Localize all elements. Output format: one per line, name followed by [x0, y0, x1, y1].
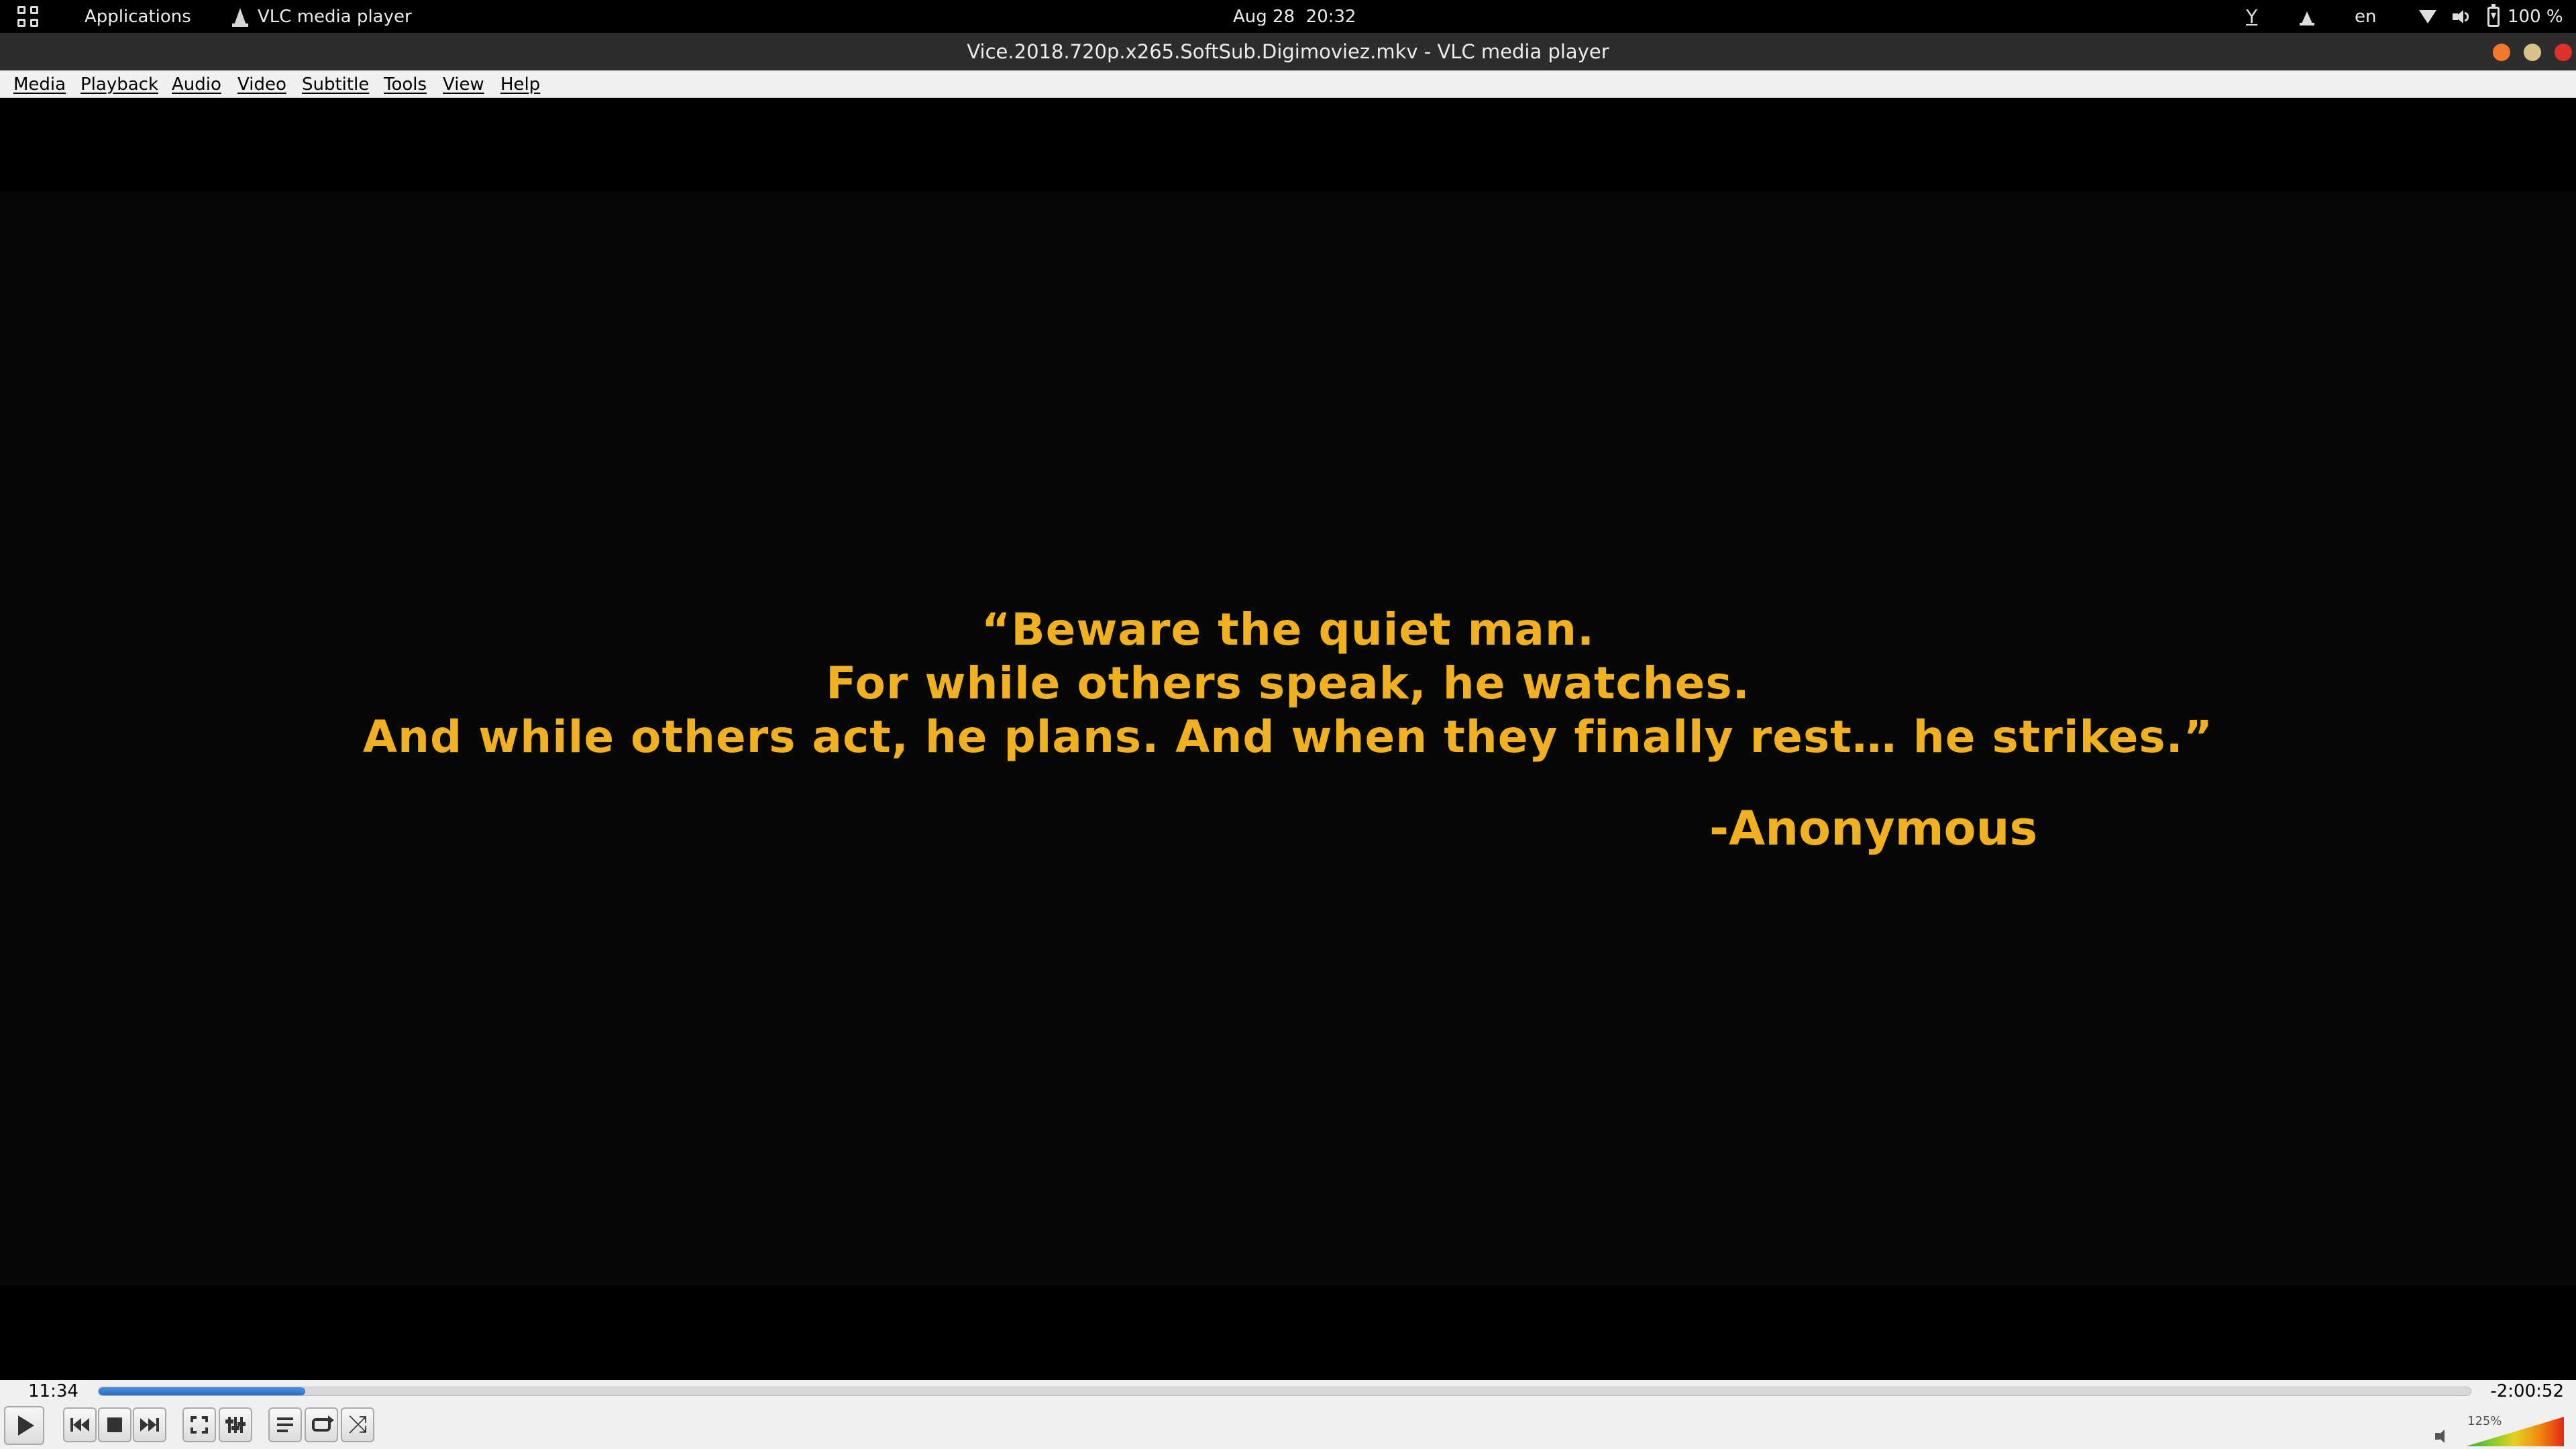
subtitle-line-3: And while others act, he plans. And when…: [362, 711, 2214, 763]
clock[interactable]: Aug 28 20:32: [1233, 0, 1356, 33]
menu-help[interactable]: Help: [500, 70, 540, 98]
menu-media[interactable]: Media: [13, 70, 66, 98]
remaining-time[interactable]: -2:00:52: [2490, 1380, 2564, 1402]
keyboard-layout-indicator[interactable]: en: [2355, 0, 2376, 33]
next-icon: [140, 1418, 159, 1432]
minimize-button[interactable]: [2493, 44, 2510, 61]
app-menu-label: VLC media player: [258, 6, 412, 27]
applications-menu[interactable]: Applications: [85, 0, 191, 33]
apps-grid-icon: [17, 6, 38, 27]
extended-settings-icon: [225, 1417, 246, 1433]
shuffle-button[interactable]: ⤨: [341, 1407, 374, 1442]
close-button[interactable]: [2555, 44, 2572, 61]
vlc-tray-indicator[interactable]: [2300, 0, 2314, 33]
window-titlebar[interactable]: Vice.2018.720p.x265.SoftSub.Digimoviez.m…: [0, 33, 2576, 70]
vlc-cone-icon: [232, 7, 248, 27]
y-indicator-icon: Y: [2246, 5, 2258, 28]
subtitle-line-2: For while others speak, he watches.: [826, 657, 1750, 709]
play-icon: [18, 1415, 34, 1436]
volume-percent: 125%: [2467, 1414, 2502, 1428]
network-indicator[interactable]: [2419, 0, 2436, 33]
loop-button[interactable]: [305, 1407, 338, 1442]
indicator-y[interactable]: Y: [2246, 0, 2257, 33]
battery-indicator[interactable]: 100 %: [2487, 0, 2563, 33]
elapsed-time[interactable]: 11:34: [28, 1380, 78, 1402]
window-title: Vice.2018.720p.x265.SoftSub.Digimoviez.m…: [967, 40, 1609, 63]
clock-label: Aug 28 20:32: [1233, 6, 1356, 27]
wifi-icon: [2419, 9, 2436, 23]
maximize-button[interactable]: [2524, 44, 2541, 61]
volume-control[interactable]: 125%: [2435, 1414, 2569, 1448]
language-label: en: [2355, 6, 2377, 27]
shuffle-icon: ⤨: [347, 1411, 368, 1438]
volume-icon: [2453, 9, 2470, 25]
video-area[interactable]: “Beware the quiet man. For while others …: [0, 98, 2576, 1380]
previous-icon: [70, 1418, 89, 1432]
menu-view[interactable]: View: [443, 70, 484, 98]
menu-bar: Media Playback Audio Video Subtitle Tool…: [0, 70, 2576, 98]
battery-icon: [2487, 3, 2500, 27]
subtitle-line-1: “Beware the quiet man.: [981, 604, 1595, 655]
seek-slider[interactable]: [98, 1387, 2471, 1396]
extended-settings-button[interactable]: [219, 1407, 252, 1442]
menu-playback[interactable]: Playback: [80, 70, 158, 98]
seek-progress: [99, 1387, 305, 1395]
menu-tools[interactable]: Tools: [384, 70, 427, 98]
stop-button[interactable]: [98, 1407, 131, 1442]
loop-icon: [312, 1415, 334, 1432]
vlc-tray-icon: [2300, 8, 2314, 25]
applications-label: Applications: [85, 6, 191, 27]
menu-audio[interactable]: Audio: [172, 70, 221, 98]
playlist-button[interactable]: [268, 1407, 302, 1442]
mute-speaker-icon[interactable]: [2435, 1428, 2455, 1446]
controls-toolbar: ⤨: [0, 1402, 2576, 1449]
battery-label: 100 %: [2508, 6, 2563, 27]
playlist-icon: [277, 1417, 293, 1432]
previous-button[interactable]: [63, 1407, 97, 1442]
seek-row: 11:34 -2:00:52: [0, 1380, 2576, 1402]
menu-video[interactable]: Video: [237, 70, 286, 98]
menu-subtitle[interactable]: Subtitle: [302, 70, 369, 98]
sound-indicator[interactable]: [2453, 0, 2470, 33]
app-menu[interactable]: VLC media player: [232, 0, 412, 33]
fullscreen-button[interactable]: [182, 1407, 216, 1442]
next-button[interactable]: [133, 1407, 166, 1442]
play-button[interactable]: [4, 1406, 44, 1445]
system-top-bar: Applications VLC media player Aug 28 20:…: [0, 0, 2576, 33]
stop-icon: [107, 1417, 122, 1432]
fullscreen-icon: [191, 1416, 208, 1434]
quote-attribution: -Anonymous: [1709, 801, 2038, 856]
activities-button[interactable]: [17, 0, 38, 33]
